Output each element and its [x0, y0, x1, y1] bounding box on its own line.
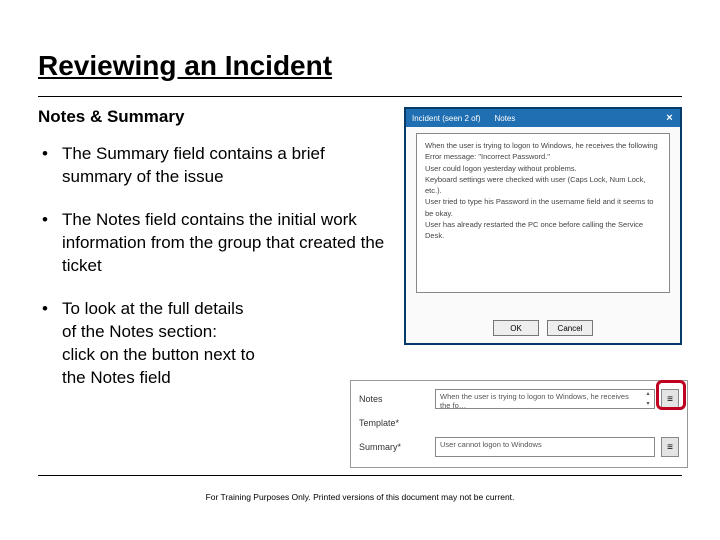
dialog-title-right: Notes [494, 114, 515, 123]
close-icon[interactable]: × [663, 111, 676, 124]
bullet-item: The Notes field contains the initial wor… [38, 209, 394, 278]
notes-label: Notes [359, 394, 429, 404]
cancel-button[interactable]: Cancel [547, 320, 593, 336]
ok-button[interactable]: OK [493, 320, 539, 336]
dialog-titlebar: Incident (seen 2 of) Notes × [406, 109, 680, 127]
expand-summary-button[interactable]: ≡ [661, 437, 679, 457]
scroll-arrows-icon[interactable]: ▴▾ [643, 391, 653, 407]
notes-textarea[interactable]: When the user is trying to logon to Wind… [416, 133, 670, 293]
section-subhead: Notes & Summary [38, 107, 394, 127]
summary-label: Summary* [359, 442, 429, 452]
notes-field[interactable]: When the user is trying to logon to Wind… [435, 389, 655, 409]
dialog-title-left: Incident (seen 2 of) [412, 114, 480, 123]
summary-field[interactable]: User cannot logon to Windows [435, 437, 655, 457]
summary-field-value: User cannot logon to Windows [440, 440, 542, 449]
divider-top [38, 96, 682, 97]
footer-text: For Training Purposes Only. Printed vers… [0, 492, 720, 502]
bullet-item: To look at the full details of the Notes… [38, 298, 259, 390]
bullet-list: The Summary field contains a brief summa… [38, 143, 394, 389]
form-snippet: Notes When the user is trying to logon t… [350, 380, 688, 468]
expand-notes-button[interactable]: ≡ [661, 389, 679, 409]
template-label: Template* [359, 418, 429, 428]
bullet-item: The Summary field contains a brief summa… [38, 143, 394, 189]
notes-dialog: Incident (seen 2 of) Notes × When the us… [404, 107, 682, 345]
page-title: Reviewing an Incident [38, 50, 682, 82]
notes-field-value: When the user is trying to logon to Wind… [440, 392, 629, 409]
divider-bottom [38, 475, 682, 476]
